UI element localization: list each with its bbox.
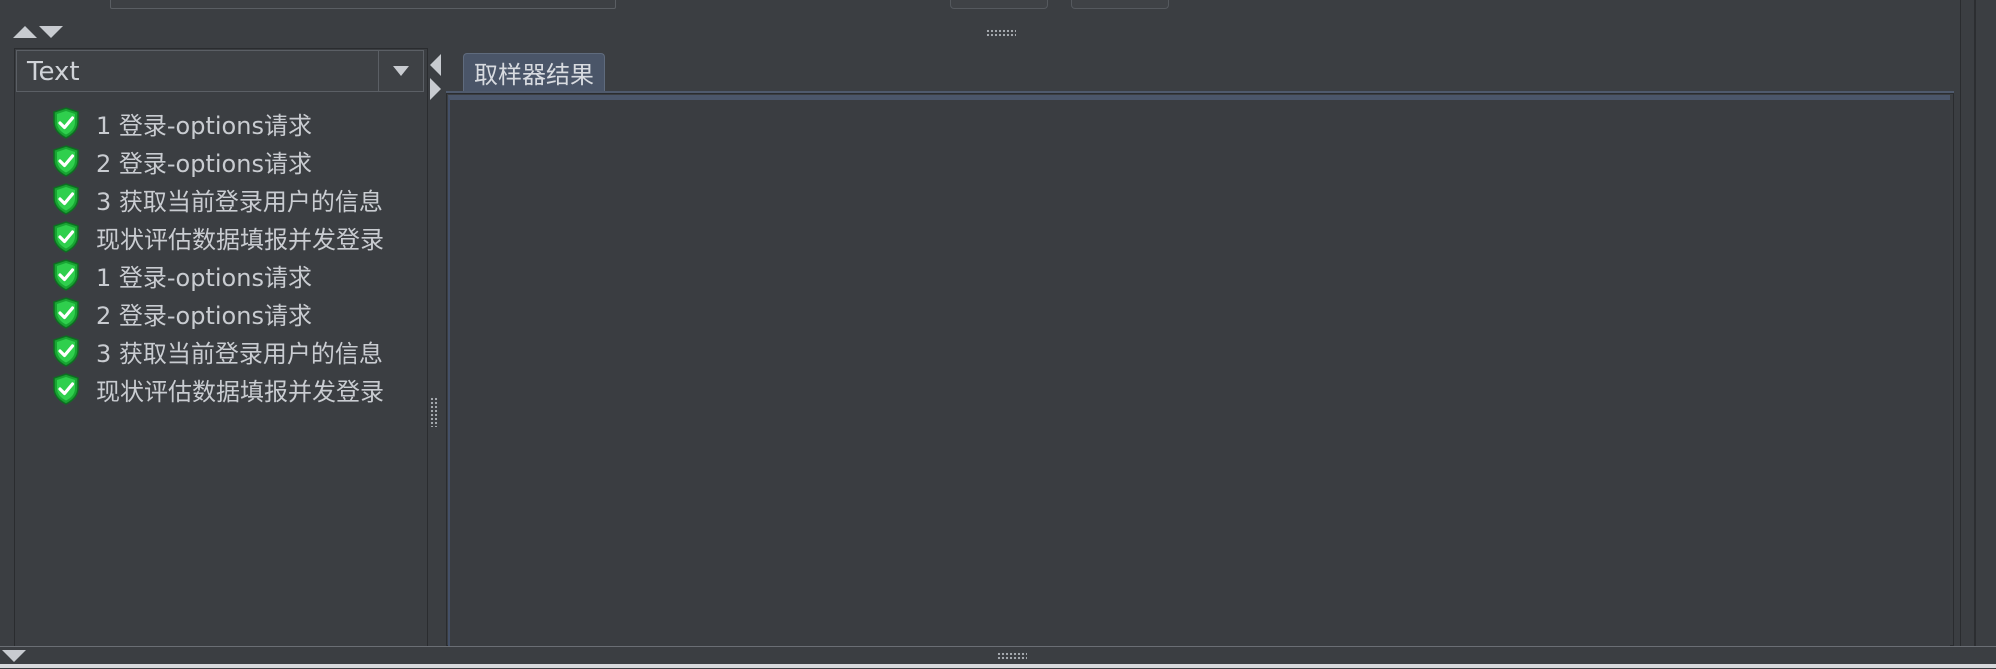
split-collapse-controls xyxy=(13,26,63,38)
shield-check-icon xyxy=(53,221,79,253)
tree-item[interactable]: 1 登录-options请求 xyxy=(52,104,384,142)
horizontal-splitter-grip-bottom[interactable] xyxy=(997,652,1027,660)
shield-check-icon xyxy=(53,297,79,329)
shield-check-icon xyxy=(53,183,79,215)
chevron-down-icon[interactable] xyxy=(378,51,423,91)
top-button-2[interactable] xyxy=(1071,0,1169,9)
bottom-edge xyxy=(0,664,1996,668)
shield-check-icon xyxy=(53,259,79,291)
vertical-splitter[interactable] xyxy=(427,48,445,646)
tree-item-label: 2 登录-options请求 xyxy=(96,301,312,330)
tree-item[interactable]: 3 获取当前登录用户的信息 xyxy=(52,180,384,218)
tree-item-label: 现状评估数据填报并发登录 xyxy=(96,225,384,254)
result-tab-bar xyxy=(446,48,1954,92)
top-filter-field[interactable] xyxy=(110,0,616,9)
vertical-scrollbar[interactable] xyxy=(1960,0,1996,646)
sampler-result-area[interactable] xyxy=(448,95,1950,646)
triangle-down-icon[interactable] xyxy=(39,26,63,38)
tree-item[interactable]: 3 获取当前登录用户的信息 xyxy=(52,332,384,370)
top-panel-remnant xyxy=(0,0,1960,22)
shield-check-icon xyxy=(53,373,79,405)
renderer-select[interactable]: Text xyxy=(16,50,424,92)
tree-item[interactable]: 2 登录-options请求 xyxy=(52,294,384,332)
tree-item[interactable]: 2 登录-options请求 xyxy=(52,142,384,180)
tree-item-label: 3 获取当前登录用户的信息 xyxy=(96,187,383,216)
scrollbar-track[interactable] xyxy=(1974,0,1976,646)
top-button-1[interactable] xyxy=(950,0,1048,9)
sampler-tree: 1 登录-options请求 2 登录-options请求 3 获取当前登录用户… xyxy=(52,104,384,408)
renderer-select-value: Text xyxy=(27,57,80,87)
triangle-down-icon[interactable] xyxy=(2,650,26,662)
shield-check-icon xyxy=(53,107,79,139)
tree-item[interactable]: 现状评估数据填报并发登录 xyxy=(52,370,384,408)
vertical-splitter-grip[interactable] xyxy=(430,397,438,427)
tree-item-label: 3 获取当前登录用户的信息 xyxy=(96,339,383,368)
tree-item[interactable]: 现状评估数据填报并发登录 xyxy=(52,218,384,256)
tab-label: 取样器结果 xyxy=(474,61,594,89)
tree-item[interactable]: 1 登录-options请求 xyxy=(52,256,384,294)
shield-check-icon xyxy=(53,145,79,177)
tab-sampler-result[interactable]: 取样器结果 xyxy=(463,53,605,91)
tree-item-label: 现状评估数据填报并发登录 xyxy=(96,377,384,406)
tree-item-label: 1 登录-options请求 xyxy=(96,263,312,292)
shield-check-icon xyxy=(53,335,79,367)
tree-item-label: 2 登录-options请求 xyxy=(96,149,312,178)
triangle-left-icon[interactable] xyxy=(430,54,441,76)
triangle-right-icon[interactable] xyxy=(430,78,441,100)
horizontal-splitter-grip-top[interactable] xyxy=(986,29,1016,37)
tree-item-label: 1 登录-options请求 xyxy=(96,111,312,140)
triangle-up-icon[interactable] xyxy=(13,26,37,38)
